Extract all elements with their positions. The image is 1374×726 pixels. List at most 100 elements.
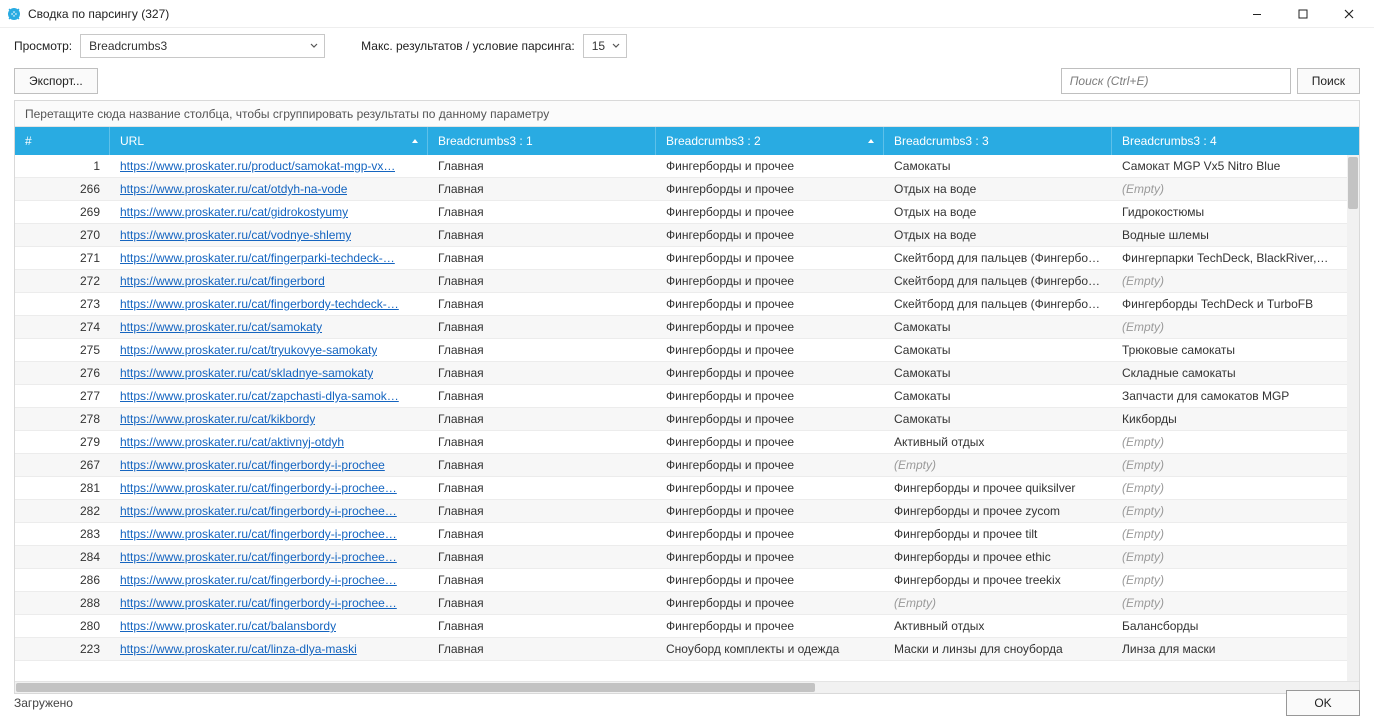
url-link[interactable]: https://www.proskater.ru/cat/skladnye-sa… [120,366,373,380]
url-link[interactable]: https://www.proskater.ru/cat/aktivnyj-ot… [120,435,344,449]
cell-bc4: Запчасти для самокатов MGP [1112,385,1340,407]
cell-num: 280 [15,615,110,637]
table-row[interactable]: 270https://www.proskater.ru/cat/vodnye-s… [15,224,1347,247]
table-row[interactable]: 283https://www.proskater.ru/cat/fingerbo… [15,523,1347,546]
table-row[interactable]: 288 https://www.proskater.ru/cat/fingerbo… [15,592,1347,615]
url-link[interactable]: https://www.proskater.ru/cat/fingerbordy… [120,297,399,311]
cell-bc3: Фингерборды и прочее tilt [884,523,1112,545]
table-row[interactable]: 281https://www.proskater.ru/cat/fingerbo… [15,477,1347,500]
max-results-label: Макс. результатов / условие парсинга: [361,39,575,53]
cell-bc3: Отдых на воде [884,224,1112,246]
cell-bc1: Главная [428,178,656,200]
url-link[interactable]: https://www.proskater.ru/cat/vodnye-shle… [120,228,351,242]
cell-bc2: Фингерборды и прочее [656,201,884,223]
url-link[interactable]: https://www.proskater.ru/cat/fingerbordy… [120,527,397,541]
table-row[interactable]: 279https://www.proskater.ru/cat/aktivnyj… [15,431,1347,454]
url-link[interactable]: https://www.proskater.ru/cat/gidrokostyu… [120,205,348,219]
cell-url: https://www.proskater.ru/cat/samokaty [110,316,428,338]
url-link[interactable]: https://www.proskater.ru/cat/balansbordy [120,619,336,633]
cell-bc1: Главная [428,408,656,430]
scrollbar-thumb[interactable] [16,683,815,692]
cell-bc4: (Empty) [1112,431,1340,453]
horizontal-scrollbar[interactable] [15,681,1359,693]
table-row[interactable]: 266https://www.proskater.ru/cat/otdyh-na… [15,178,1347,201]
max-results-select[interactable]: 15 [583,34,627,58]
url-link[interactable]: https://www.proskater.ru/cat/zapchasti-d… [120,389,399,403]
cell-bc2: Фингерборды и прочее [656,293,884,315]
url-link[interactable]: https://www.proskater.ru/product/samokat… [120,159,395,173]
cell-url: https://www.proskater.ru/cat/tryukovye-s… [110,339,428,361]
url-link[interactable]: https://www.proskater.ru/cat/otdyh-na-vo… [120,182,347,196]
table-row[interactable]: 284https://www.proskater.ru/cat/fingerbo… [15,546,1347,569]
cell-bc3: Самокаты [884,362,1112,384]
col-header-bc4[interactable]: Breadcrumbs3 : 4 [1112,127,1340,155]
toolbar-row: Экспорт... Поиск [0,64,1374,98]
col-header-url[interactable]: URL [110,127,428,155]
table-row[interactable]: 273https://www.proskater.ru/cat/fingerbo… [15,293,1347,316]
table-row[interactable]: 267 https://www.proskater.ru/cat/fingerbo… [15,454,1347,477]
view-select[interactable]: Breadcrumbs3 [80,34,325,58]
table-row[interactable]: 274https://www.proskater.ru/cat/samokaty… [15,316,1347,339]
url-link[interactable]: https://www.proskater.ru/cat/fingerbordy… [120,458,385,472]
search-button[interactable]: Поиск [1297,68,1360,94]
table-row[interactable]: 223https://www.proskater.ru/cat/linza-dl… [15,638,1347,661]
cell-num: 269 [15,201,110,223]
cell-bc3: Активный отдых [884,615,1112,637]
col-header-bc3[interactable]: Breadcrumbs3 : 3 [884,127,1112,155]
cell-url: https://www.proskater.ru/cat/aktivnyj-ot… [110,431,428,453]
group-by-bar[interactable]: Перетащите сюда название столбца, чтобы … [15,101,1359,127]
cell-url: https://www.proskater.ru/cat/fingerbordy… [110,523,428,545]
url-link[interactable]: https://www.proskater.ru/cat/fingerbordy… [120,481,397,495]
cell-bc2: Фингерборды и прочее [656,155,884,177]
url-link[interactable]: https://www.proskater.ru/cat/kikbordy [120,412,315,426]
ok-button[interactable]: OK [1286,690,1360,716]
url-link[interactable]: https://www.proskater.ru/cat/fingerbordy… [120,573,397,587]
col-header-bc1[interactable]: Breadcrumbs3 : 1 [428,127,656,155]
cell-bc4: (Empty) [1112,500,1340,522]
table-row[interactable]: 1https://www.proskater.ru/product/samoka… [15,155,1347,178]
url-link[interactable]: https://www.proskater.ru/cat/samokaty [120,320,322,334]
cell-num: 288 [15,592,110,614]
maximize-button[interactable] [1280,0,1326,28]
close-button[interactable] [1326,0,1372,28]
table-row[interactable]: 286https://www.proskater.ru/cat/fingerbo… [15,569,1347,592]
col-header-num[interactable]: # [15,127,110,155]
vertical-scrollbar[interactable] [1347,155,1359,681]
cell-bc4: Трюковые самокаты [1112,339,1340,361]
cell-url: https://www.proskater.ru/cat/fingerbord [110,270,428,292]
table-row[interactable]: 280 https://www.proskater.ru/cat/balansbo… [15,615,1347,638]
table-row[interactable]: 277https://www.proskater.ru/cat/zapchast… [15,385,1347,408]
cell-url: https://www.proskater.ru/cat/fingerbordy… [110,500,428,522]
search-input[interactable] [1061,68,1291,94]
cell-url: https://www.proskater.ru/cat/zapchasti-d… [110,385,428,407]
cell-bc1: Главная [428,362,656,384]
cell-bc2: Фингерборды и прочее [656,224,884,246]
table-row[interactable]: 269 https://www.proskater.ru/cat/gidrokos… [15,201,1347,224]
cell-url: https://www.proskater.ru/cat/gidrokostyu… [110,201,428,223]
scrollbar-thumb[interactable] [1348,157,1358,209]
table-row[interactable]: 278 https://www.proskater.ru/cat/kikbordy… [15,408,1347,431]
cell-num: 278 [15,408,110,430]
cell-bc4: (Empty) [1112,270,1340,292]
col-header-bc2[interactable]: Breadcrumbs3 : 2 [656,127,884,155]
cell-bc3: Маски и линзы для сноуборда [884,638,1112,660]
url-link[interactable]: https://www.proskater.ru/cat/fingerbordy… [120,504,397,518]
url-link[interactable]: https://www.proskater.ru/cat/fingerbordy… [120,596,397,610]
cell-bc2: Фингерборды и прочее [656,431,884,453]
table-row[interactable]: 271https://www.proskater.ru/cat/fingerpa… [15,247,1347,270]
url-link[interactable]: https://www.proskater.ru/cat/linza-dlya-… [120,642,357,656]
url-link[interactable]: https://www.proskater.ru/cat/fingerparki… [120,251,395,265]
url-link[interactable]: https://www.proskater.ru/cat/fingerbordy… [120,550,397,564]
export-button[interactable]: Экспорт... [14,68,98,94]
table-row[interactable]: 275https://www.proskater.ru/cat/tryukovy… [15,339,1347,362]
table-row[interactable]: 282https://www.proskater.ru/cat/fingerbo… [15,500,1347,523]
url-link[interactable]: https://www.proskater.ru/cat/tryukovye-s… [120,343,377,357]
table-row[interactable]: 272https://www.proskater.ru/cat/fingerbo… [15,270,1347,293]
view-select-value: Breadcrumbs3 [89,39,167,53]
cell-bc1: Главная [428,431,656,453]
url-link[interactable]: https://www.proskater.ru/cat/fingerbord [120,274,325,288]
cell-bc4: (Empty) [1112,477,1340,499]
minimize-button[interactable] [1234,0,1280,28]
cell-num: 267 [15,454,110,476]
table-row[interactable]: 276https://www.proskater.ru/cat/skladnye… [15,362,1347,385]
